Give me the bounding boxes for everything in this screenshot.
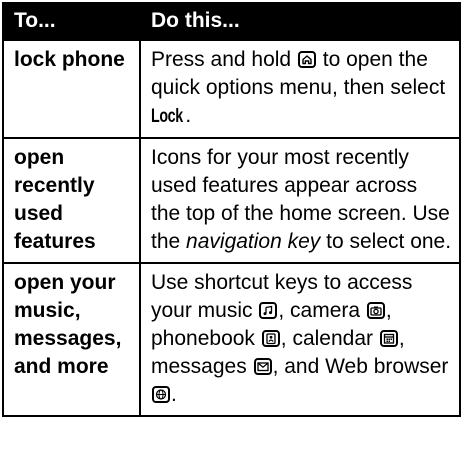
action-label: lock phone [2, 39, 141, 139]
music-key-icon [259, 302, 278, 319]
table-row: open recently used features Icons for yo… [2, 137, 461, 264]
header-to: To... [2, 2, 141, 41]
table-header-row: To... Do this... [2, 2, 461, 41]
header-do-this: Do this... [139, 2, 461, 41]
text-segment: . [171, 383, 177, 406]
navigation-key-term: navigation key [186, 230, 321, 253]
text-segment: , camera [278, 299, 361, 322]
action-label: open recently used features [2, 137, 141, 264]
table-row: lock phone Press and hold to open the qu… [2, 39, 461, 139]
menu-item-lock: Lock [151, 106, 183, 127]
action-label: open your music, messages, and more [2, 262, 141, 417]
instructions-table: To... Do this... lock phone Press and ho… [2, 2, 461, 417]
text-segment: Press and hold [151, 48, 292, 71]
text-segment: , and Web browser [272, 355, 449, 378]
home-key-icon [297, 51, 316, 68]
text-segment: , calendar [280, 327, 374, 350]
calendar-key-icon [379, 330, 398, 347]
action-description: Icons for your most recently used featur… [139, 137, 461, 264]
text-segment: to select one. [326, 230, 452, 253]
text-segment: . [185, 104, 192, 127]
action-description: Press and hold to open the quick options… [139, 39, 461, 139]
messages-key-icon [253, 358, 272, 375]
phonebook-key-icon [261, 330, 280, 347]
table-row: open your music, messages, and more Use … [2, 262, 461, 417]
web-browser-key-icon [152, 386, 170, 403]
action-description: Use shortcut keys to access your music ,… [139, 262, 461, 417]
camera-key-icon [366, 302, 385, 319]
